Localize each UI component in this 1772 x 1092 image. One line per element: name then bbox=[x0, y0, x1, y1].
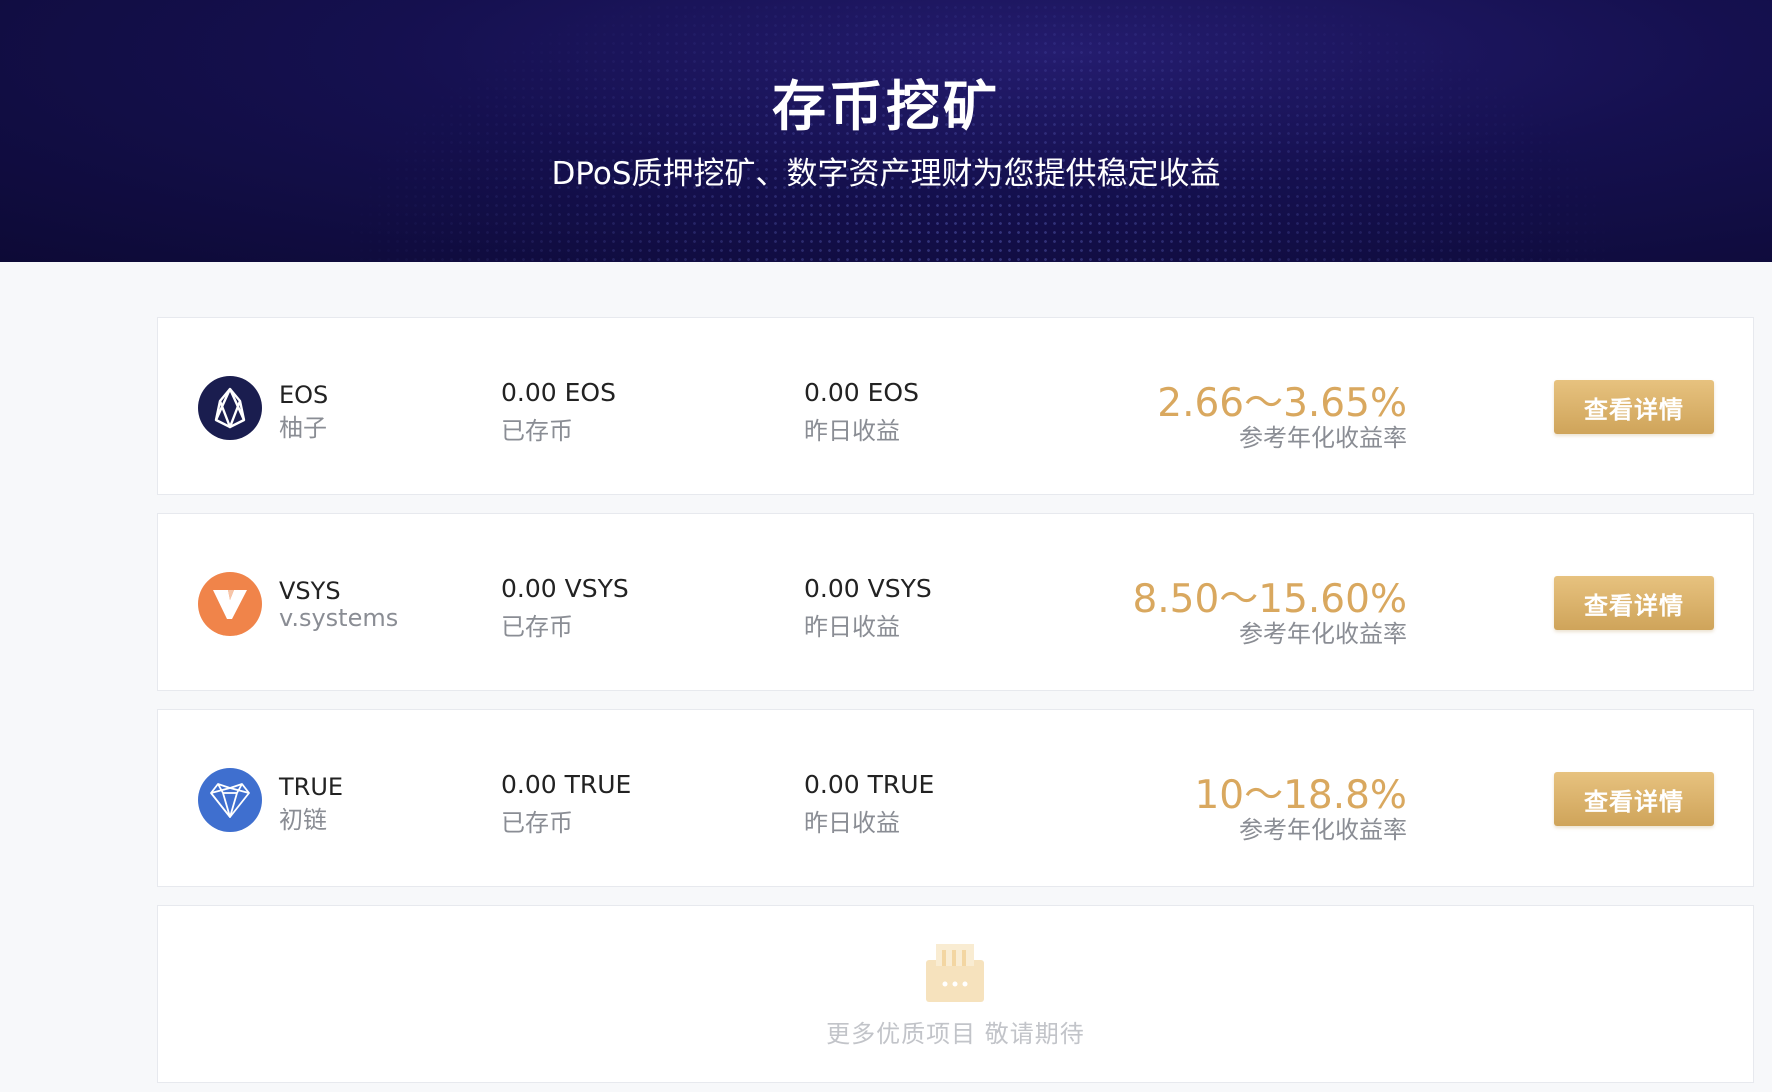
eos-logo-icon bbox=[198, 376, 262, 440]
coin-symbol: VSYS bbox=[279, 577, 341, 605]
page-subtitle: DPoS质押挖矿、数字资产理财为您提供稳定收益 bbox=[551, 156, 1221, 192]
yesterday-earnings-value: 0.00 EOS bbox=[804, 378, 919, 407]
deposited-label: 已存币 bbox=[501, 613, 573, 641]
factory-icon bbox=[922, 940, 988, 1004]
page-title: 存币挖矿 bbox=[772, 75, 1000, 138]
coin-name: 柚子 bbox=[279, 414, 327, 442]
deposited-label: 已存币 bbox=[501, 809, 573, 837]
true-logo-icon bbox=[198, 768, 262, 832]
coin-name: 初链 bbox=[279, 806, 327, 834]
annual-rate-label: 参考年化收益率 bbox=[1239, 620, 1407, 648]
product-card-true: TRUE 初链 0.00 TRUE 已存币 0.00 TRUE 昨日收益 10～… bbox=[157, 709, 1754, 887]
view-details-button[interactable]: 查看详情 bbox=[1554, 576, 1714, 630]
product-card-eos: EOS 柚子 0.00 EOS 已存币 0.00 EOS 昨日收益 2.66～3… bbox=[157, 317, 1754, 495]
view-details-button[interactable]: 查看详情 bbox=[1554, 380, 1714, 434]
coin-symbol: EOS bbox=[279, 381, 329, 409]
vsys-logo-icon bbox=[198, 572, 262, 636]
view-details-button[interactable]: 查看详情 bbox=[1554, 772, 1714, 826]
yesterday-earnings-label: 昨日收益 bbox=[804, 613, 900, 641]
coin-name: v.systems bbox=[279, 604, 399, 632]
deposited-label: 已存币 bbox=[501, 417, 573, 445]
deposited-value: 0.00 EOS bbox=[501, 378, 616, 407]
deposited-value: 0.00 VSYS bbox=[501, 574, 629, 603]
annual-rate-label: 参考年化收益率 bbox=[1239, 816, 1407, 844]
coming-soon-text: 更多优质项目 敬请期待 bbox=[826, 1020, 1085, 1048]
yesterday-earnings-label: 昨日收益 bbox=[804, 809, 900, 837]
yesterday-earnings-value: 0.00 VSYS bbox=[804, 574, 932, 603]
annual-rate-label: 参考年化收益率 bbox=[1239, 424, 1407, 452]
deposited-value: 0.00 TRUE bbox=[501, 770, 632, 799]
product-card-vsys: VSYS v.systems 0.00 VSYS 已存币 0.00 VSYS 昨… bbox=[157, 513, 1754, 691]
hero-banner: 存币挖矿 DPoS质押挖矿、数字资产理财为您提供稳定收益 bbox=[0, 0, 1772, 262]
yesterday-earnings-value: 0.00 TRUE bbox=[804, 770, 935, 799]
yesterday-earnings-label: 昨日收益 bbox=[804, 417, 900, 445]
more-projects-card: 更多优质项目 敬请期待 bbox=[157, 905, 1754, 1083]
coin-symbol: TRUE bbox=[279, 773, 344, 801]
